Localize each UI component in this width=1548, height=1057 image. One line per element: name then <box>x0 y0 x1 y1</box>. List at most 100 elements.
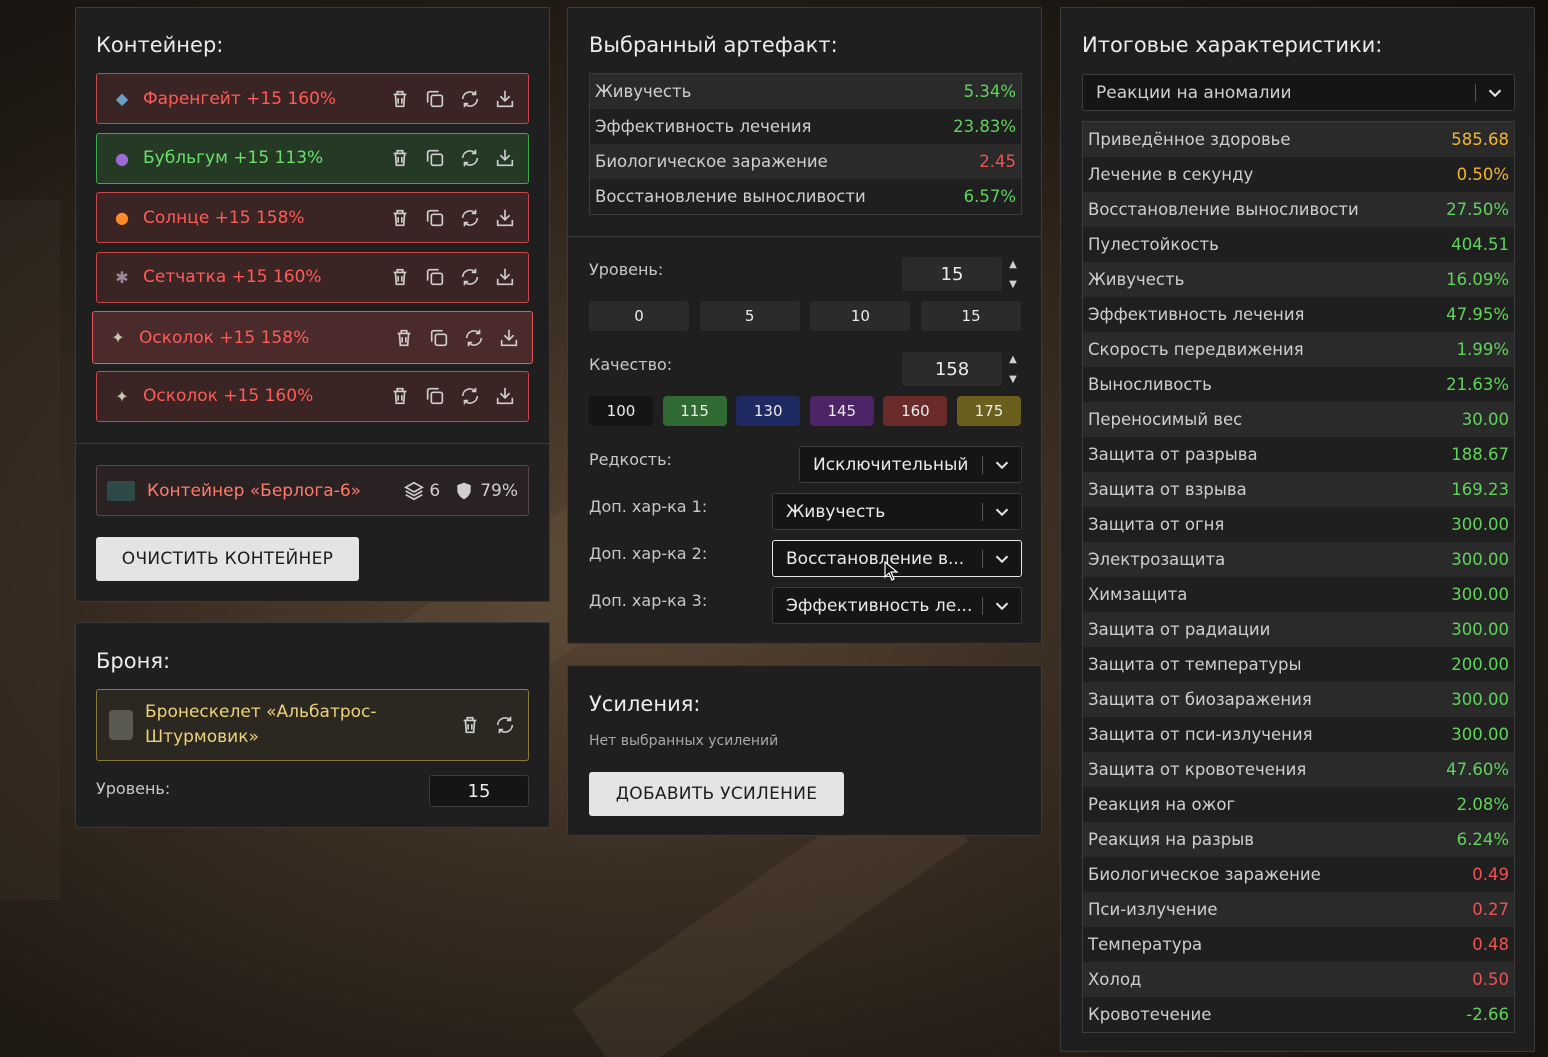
copy-icon[interactable] <box>424 147 446 169</box>
stat-label: Защита от взрыва <box>1088 480 1247 499</box>
extra3-select[interactable]: Эффективность ле... <box>772 587 1022 624</box>
armor-level-input[interactable]: 15 <box>429 775 529 807</box>
copy-icon[interactable] <box>424 266 446 288</box>
delete-icon[interactable] <box>459 714 481 736</box>
stat-label: Температура <box>1088 935 1203 954</box>
artifact-item[interactable]: ✦ Осколок +15 160% <box>96 370 529 422</box>
quality-stepper[interactable]: ▲ ▼ <box>1006 355 1020 385</box>
stat-row: Живучесть 5.34% <box>590 74 1021 109</box>
download-icon[interactable] <box>494 88 516 110</box>
download-icon[interactable] <box>494 385 516 407</box>
stat-label: Электрозащита <box>1088 550 1226 569</box>
armor-title: Броня: <box>96 649 171 673</box>
quality-preset-button[interactable]: 160 <box>883 396 948 426</box>
quality-preset-button[interactable]: 115 <box>662 396 727 426</box>
stat-value: 300.00 <box>1451 725 1509 744</box>
quality-preset-button[interactable]: 100 <box>589 396 653 426</box>
stat-label: Восстановление выносливости <box>595 187 866 206</box>
delete-icon[interactable] <box>393 327 415 349</box>
artifact-item[interactable]: ● Солнце +15 158% <box>96 192 529 243</box>
chevron-down-icon[interactable] <box>1484 82 1506 104</box>
chevron-down-icon[interactable] <box>991 595 1013 617</box>
artifact-name: Осколок +15 160% <box>143 386 314 406</box>
stat-value: 5.34% <box>963 82 1016 101</box>
level-input[interactable]: 15 <box>902 257 1002 291</box>
stat-value: 16.09% <box>1446 270 1509 289</box>
stat-label: Защита от огня <box>1088 515 1225 534</box>
replace-icon[interactable] <box>459 385 481 407</box>
stat-label: Эффективность лечения <box>1088 305 1305 324</box>
separator <box>982 502 983 521</box>
copy-icon[interactable] <box>428 327 450 349</box>
stat-value: 300.00 <box>1451 515 1509 534</box>
replace-icon[interactable] <box>463 327 485 349</box>
copy-icon[interactable] <box>424 88 446 110</box>
download-icon[interactable] <box>494 147 516 169</box>
stat-label: Биологическое заражение <box>1088 865 1321 884</box>
chevron-down-icon[interactable] <box>991 548 1013 570</box>
totals-filter-select[interactable]: Реакции на аномалии <box>1082 74 1515 111</box>
shard-icon: ✦ <box>115 386 129 406</box>
artifact-item[interactable]: ◆ Фаренгейт +15 160% <box>96 73 529 124</box>
add-boost-button[interactable]: ДОБАВИТЬ УСИЛЕНИЕ <box>589 772 844 816</box>
armor-item[interactable]: Бронескелет «Альбатрос-Штурмовик» <box>96 689 529 761</box>
chevron-down-icon[interactable] <box>991 501 1013 523</box>
level-preset-button[interactable]: 5 <box>699 301 800 331</box>
delete-icon[interactable] <box>389 147 411 169</box>
delete-icon[interactable] <box>389 207 411 229</box>
total-stat-row: Пулестойкость 404.51 <box>1083 227 1514 262</box>
quality-preset-button[interactable]: 175 <box>957 396 1021 426</box>
stat-label: Пулестойкость <box>1088 235 1219 254</box>
delete-icon[interactable] <box>389 88 411 110</box>
artifact-item[interactable]: ✦ Осколок +15 158% <box>92 311 533 364</box>
stat-value: 1.99% <box>1456 340 1509 359</box>
artifact-item[interactable]: ✱ Сетчатка +15 160% <box>96 251 529 303</box>
quality-preset-button[interactable]: 145 <box>809 396 874 426</box>
stat-value: 188.67 <box>1451 445 1509 464</box>
stat-value: 47.95% <box>1446 305 1509 324</box>
stat-value: 0.27 <box>1472 900 1509 919</box>
extra1-select[interactable]: Живучесть <box>772 493 1022 530</box>
artifact-name: Осколок +15 158% <box>139 327 310 348</box>
level-preset-button[interactable]: 15 <box>921 301 1022 331</box>
clear-container-button[interactable]: ОЧИСТИТЬ КОНТЕЙНЕР <box>96 537 359 581</box>
stat-value: 27.50% <box>1446 200 1509 219</box>
copy-icon[interactable] <box>424 207 446 229</box>
level-preset-button[interactable]: 0 <box>589 301 689 331</box>
level-stepper[interactable]: ▲ ▼ <box>1006 260 1020 290</box>
stat-value: 169.23 <box>1451 480 1509 499</box>
container-item[interactable]: Контейнер «Берлога-6» 6 79% <box>96 465 529 516</box>
container-name: Контейнер «Берлога-6» <box>147 480 362 501</box>
stat-value: 300.00 <box>1451 690 1509 709</box>
replace-icon[interactable] <box>459 266 481 288</box>
artifact-item[interactable]: ● Бубльгум +15 113% <box>96 132 529 184</box>
replace-icon[interactable] <box>494 714 516 736</box>
chevron-down-icon[interactable] <box>991 454 1013 476</box>
replace-icon[interactable] <box>459 88 481 110</box>
container-icon <box>107 480 135 501</box>
copy-icon[interactable] <box>424 385 446 407</box>
replace-icon[interactable] <box>459 207 481 229</box>
stat-value: 0.50 <box>1472 970 1509 989</box>
rarity-value: Исключительный <box>813 454 969 475</box>
level-preset-button[interactable]: 10 <box>810 301 911 331</box>
replace-icon[interactable] <box>459 147 481 169</box>
rarity-select[interactable]: Исключительный <box>799 446 1022 483</box>
stat-label: Восстановление выносливости <box>1088 200 1359 219</box>
totals-filter-value: Реакции на аномалии <box>1096 82 1292 103</box>
delete-icon[interactable] <box>389 266 411 288</box>
stat-label: Защита от кровотечения <box>1088 760 1307 779</box>
stat-value: 404.51 <box>1451 235 1509 254</box>
quality-preset-button[interactable]: 130 <box>736 396 801 426</box>
download-icon[interactable] <box>494 266 516 288</box>
quality-input[interactable]: 158 <box>902 352 1002 386</box>
stat-label: Холод <box>1088 970 1142 989</box>
download-icon[interactable] <box>498 327 520 349</box>
extra1-value: Живучесть <box>786 501 886 522</box>
total-stat-row: Защита от радиации 300.00 <box>1083 612 1514 647</box>
stat-value: 200.00 <box>1451 655 1509 674</box>
download-icon[interactable] <box>494 207 516 229</box>
total-stat-row: Защита от пси-излучения 300.00 <box>1083 717 1514 752</box>
delete-icon[interactable] <box>389 385 411 407</box>
stat-value: 0.50% <box>1456 165 1509 184</box>
